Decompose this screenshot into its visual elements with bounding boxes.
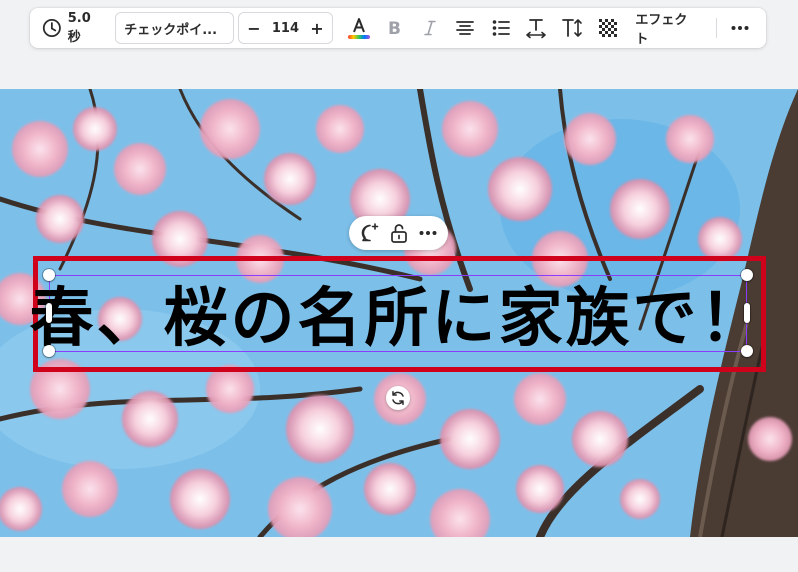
font-name: チェックポイ... xyxy=(124,22,218,38)
align-center-icon xyxy=(456,21,475,35)
duration-button[interactable]: 5.0秒 xyxy=(38,11,107,45)
text-toolbar: 5.0秒 チェックポイ... − 114 + B エフェクト xyxy=(30,8,766,48)
more-icon xyxy=(731,26,749,30)
transparency-button[interactable] xyxy=(590,12,626,44)
add-comment-icon[interactable] xyxy=(359,222,381,244)
resize-handle-right[interactable] xyxy=(744,303,750,323)
clock-icon xyxy=(42,19,61,37)
duration-label: 5.0秒 xyxy=(67,11,91,45)
resize-handle-left[interactable] xyxy=(46,303,52,323)
increase-size-button[interactable]: + xyxy=(310,19,324,38)
svg-text:B: B xyxy=(388,19,401,38)
text-color-button[interactable] xyxy=(341,12,377,44)
letter-spacing-button[interactable] xyxy=(519,12,555,44)
resize-handle-bottom-right[interactable] xyxy=(741,345,753,357)
effects-label: エフェクト xyxy=(635,13,688,47)
list-button[interactable] xyxy=(483,12,519,44)
unlock-icon[interactable] xyxy=(389,222,409,244)
more-icon[interactable] xyxy=(418,223,438,243)
bold-button[interactable]: B xyxy=(376,12,412,44)
headline-text[interactable]: 春、桜の名所に家族で！ xyxy=(30,270,764,356)
font-selector[interactable]: チェックポイ... xyxy=(115,12,234,44)
text-size-button[interactable] xyxy=(554,12,590,44)
resize-handle-top-left[interactable] xyxy=(43,269,55,281)
rotate-handle[interactable] xyxy=(386,386,410,410)
toolbar-divider xyxy=(715,18,717,38)
letter-spacing-icon xyxy=(526,19,547,39)
resize-handle-top-right[interactable] xyxy=(741,269,753,281)
font-size-stepper: − 114 + xyxy=(237,12,333,44)
bold-icon: B xyxy=(388,19,401,38)
rotate-icon xyxy=(392,391,404,405)
text-size-icon xyxy=(562,19,582,37)
decrease-size-button[interactable]: − xyxy=(247,19,261,38)
resize-handle-bottom-left[interactable] xyxy=(43,345,55,357)
bullet-list-icon xyxy=(492,20,510,36)
more-options-button[interactable] xyxy=(722,12,758,44)
effects-button[interactable]: エフェクト xyxy=(625,13,709,47)
align-center-button[interactable] xyxy=(448,12,484,44)
italic-icon xyxy=(423,20,436,36)
text-color-icon xyxy=(347,18,370,39)
element-mini-toolbar xyxy=(349,216,448,250)
transparency-icon xyxy=(598,19,617,37)
italic-button[interactable] xyxy=(412,12,448,44)
font-size-value[interactable]: 114 xyxy=(272,21,299,36)
